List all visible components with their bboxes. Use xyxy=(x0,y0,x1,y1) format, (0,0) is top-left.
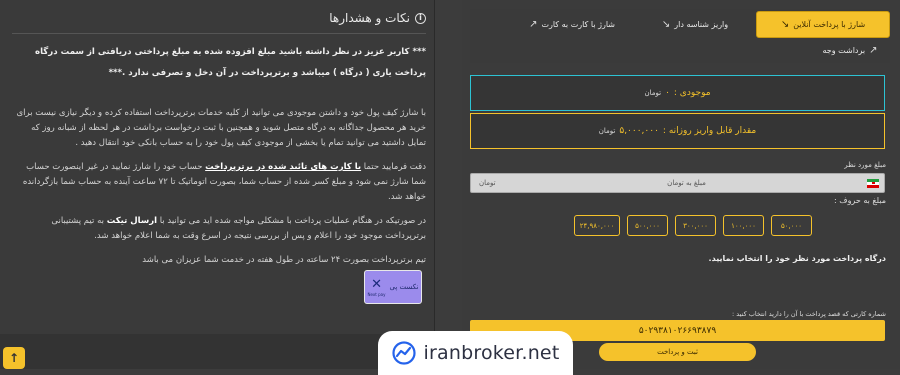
limit-label: مقدار قابل واریز روزانه : xyxy=(662,126,757,136)
quick-amount-chip[interactable]: ۲۴,۹۸۰,۰۰۰ xyxy=(574,215,620,236)
notes-header: i نکات و هشدارها xyxy=(12,8,426,28)
notes-paragraph-wallet: با شارژ کیف پول خود و داشتن موجودی می تو… xyxy=(16,108,427,148)
iran-flag-icon xyxy=(862,173,884,193)
notes-title: نکات و هشدارها xyxy=(329,11,410,25)
daily-limit-box: مقدار قابل واریز روزانه : ۵,۰۰۰,۰۰۰ توما… xyxy=(470,113,885,149)
limit-value: ۵,۰۰۰,۰۰۰ xyxy=(619,126,659,136)
quick-amount-chip[interactable]: ۵۰,۰۰۰ xyxy=(771,215,812,236)
notes-paragraph-support: تیم برترپرداخت بصورت ۲۴ ساعته در طول هفت… xyxy=(142,255,426,265)
tab-card-to-card[interactable]: شارژ با کارت به کارت ↗ xyxy=(512,11,632,38)
balance-label: موجودی : xyxy=(673,88,711,98)
arrow-icon: ↗ xyxy=(529,19,538,30)
submit-button[interactable]: ثبت و پرداخت xyxy=(599,343,756,361)
tab-withdraw[interactable]: ↗ برداشت وجه xyxy=(810,37,890,64)
watermark-text: iranbroker.net xyxy=(423,342,560,364)
footer-strip xyxy=(0,334,435,369)
gateway-name: نکست پی xyxy=(389,283,419,291)
tabs-container: شارژ با پرداخت آنلاین ↘ واریز شناسه دار … xyxy=(470,9,890,63)
nextpay-logo: ✕ Next pay xyxy=(368,277,386,297)
gateway-title: درگاه پرداخت مورد نظر خود را انتخاب نمای… xyxy=(708,254,886,263)
arrow-icon: ↘ xyxy=(780,19,790,30)
verified-cards-link[interactable]: با کارت های تائید شده در برترپرداخت xyxy=(205,162,361,172)
trend-chart-icon xyxy=(391,341,416,365)
info-icon: i xyxy=(415,12,426,24)
arrow-icon: ↘ xyxy=(661,19,671,30)
limit-unit: تومان xyxy=(598,127,616,135)
payment-panel: شارژ با پرداخت آنلاین ↘ واریز شناسه دار … xyxy=(364,0,900,369)
amount-input[interactable]: مبلغ به تومان تومان xyxy=(470,173,885,193)
gateway-nextpay-option[interactable]: ✕ Next pay نکست پی xyxy=(364,270,422,304)
quick-amounts: ۲۴,۹۸۰,۰۰۰ ۵۰۰,۰۰۰ ۳۰۰,۰۰۰ ۱۰۰,۰۰۰ ۵۰,۰۰… xyxy=(574,215,812,236)
card-label: شماره کارتی که قصد پرداخت با آن را دارید… xyxy=(732,310,886,318)
amount-unit: تومان xyxy=(479,179,496,187)
send-ticket-text: ارسال تیکت xyxy=(106,216,157,226)
tab-withdraw-label: برداشت وجه xyxy=(822,46,866,55)
tab-deposit-label: واریز شناسه دار xyxy=(674,20,729,29)
tab-deposit-id[interactable]: واریز شناسه دار ↘ xyxy=(640,11,750,38)
balance-value: ۰ xyxy=(665,88,670,98)
notes-paragraph-cards: دقت فرمایید حتما با کارت های تائید شده د… xyxy=(22,162,426,202)
divider xyxy=(12,33,426,34)
scroll-top-button[interactable]: ↑ xyxy=(3,347,25,369)
tab-card-label: شارژ با کارت به کارت xyxy=(541,20,615,29)
quick-amount-chip[interactable]: ۵۰۰,۰۰۰ xyxy=(627,215,668,236)
notes-warning: *** کاربر عزیز در نظر داشته باشید مبلغ ا… xyxy=(35,47,426,78)
quick-amount-chip[interactable]: ۱۰۰,۰۰۰ xyxy=(723,215,764,236)
amount-label: مبلغ مورد نظر xyxy=(844,161,886,169)
tab-online-payment[interactable]: شارژ با پرداخت آنلاین ↘ xyxy=(756,11,890,38)
quick-amount-chip[interactable]: ۳۰۰,۰۰۰ xyxy=(675,215,716,236)
nextpay-logo-text: Next pay xyxy=(367,292,386,297)
balance-unit: تومان xyxy=(644,89,662,97)
amount-in-words-label: مبلغ به حروف : xyxy=(834,196,886,205)
balance-box: موجودی : ۰ تومان xyxy=(470,75,885,111)
tab-online-label: شارژ با پرداخت آنلاین xyxy=(793,20,866,29)
watermark: iranbroker.net xyxy=(378,331,573,375)
amount-placeholder: مبلغ به تومان xyxy=(667,179,706,187)
nextpay-icon: ✕ xyxy=(371,277,382,292)
arrow-icon: ↗ xyxy=(869,45,878,56)
notes-paragraph-ticket: در صورتیکه در هنگام عملیات پرداخت با مشک… xyxy=(51,216,426,241)
